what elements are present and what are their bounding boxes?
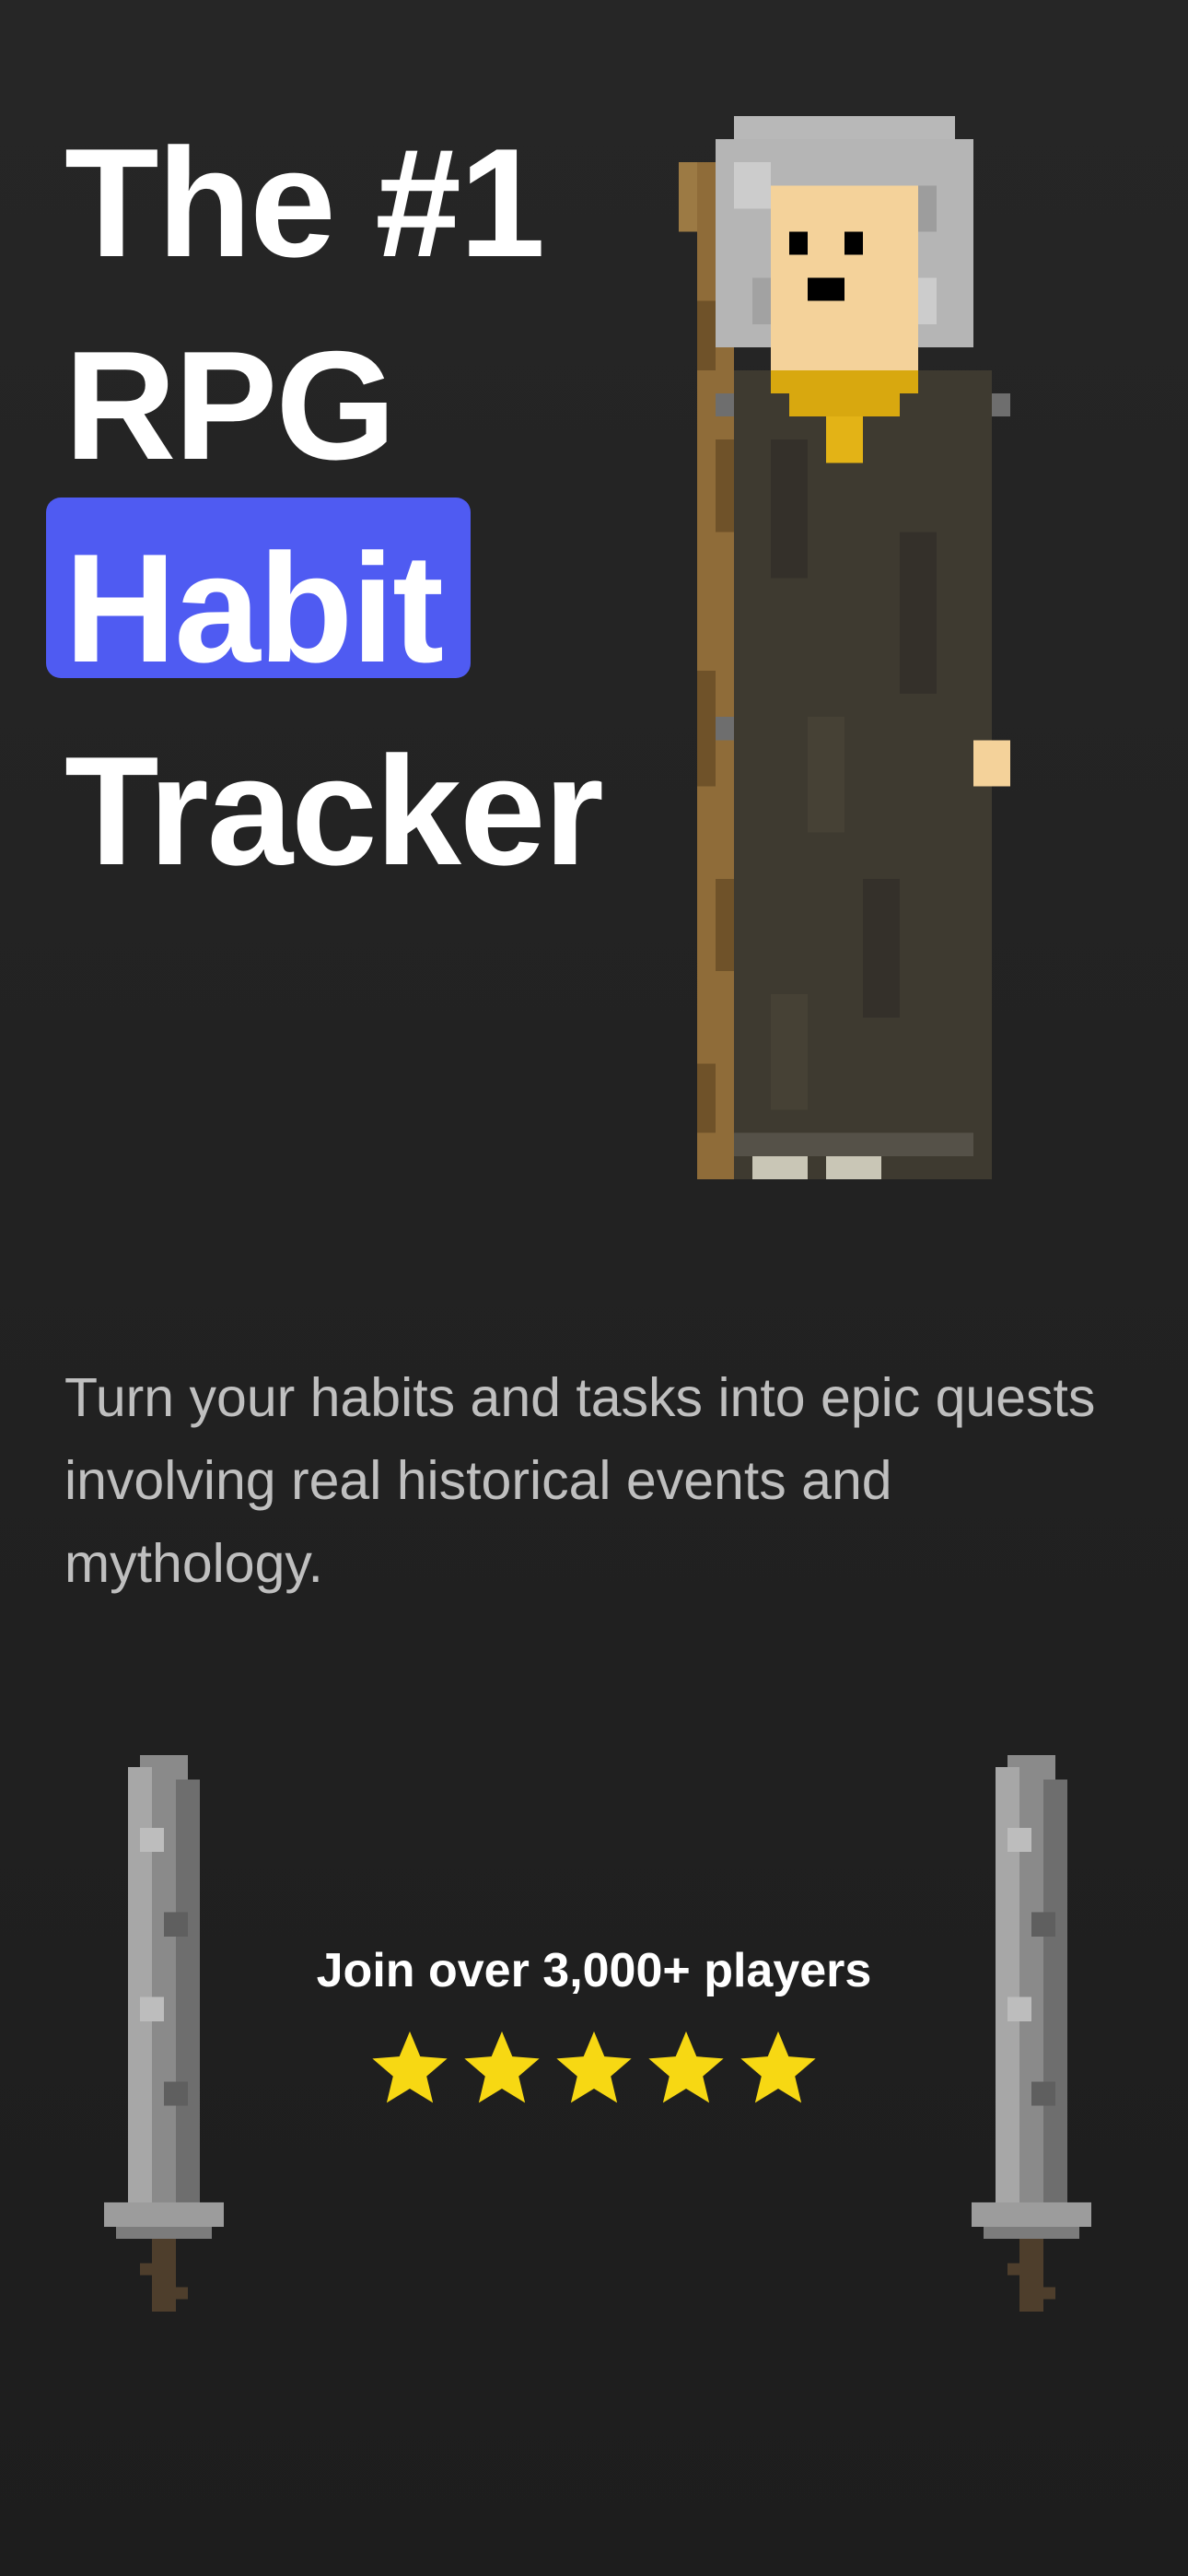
star-rating — [0, 2025, 1188, 2110]
star-icon — [644, 2025, 728, 2110]
social-proof-text: Join over 3,000+ players — [316, 1944, 872, 1997]
hero-title-line-1: The #1 — [64, 116, 545, 289]
hero-title-line-4: Tracker — [64, 724, 604, 897]
star-icon — [460, 2025, 544, 2110]
star-icon — [367, 2025, 452, 2110]
tagline: Turn your habits and tasks into epic que… — [64, 1367, 1096, 1594]
star-icon — [552, 2025, 636, 2110]
hero-title-highlight-text: Habit — [64, 521, 444, 695]
hero-title: The #1 RPG Habit Tracker — [46, 101, 654, 912]
wizard-character-icon — [679, 116, 1047, 1225]
star-icon — [736, 2025, 821, 2110]
hero-title-line-3: Habit — [46, 498, 654, 709]
hero-title-line-2: RPG — [64, 319, 396, 492]
hero-title-highlight: Habit — [46, 498, 471, 709]
